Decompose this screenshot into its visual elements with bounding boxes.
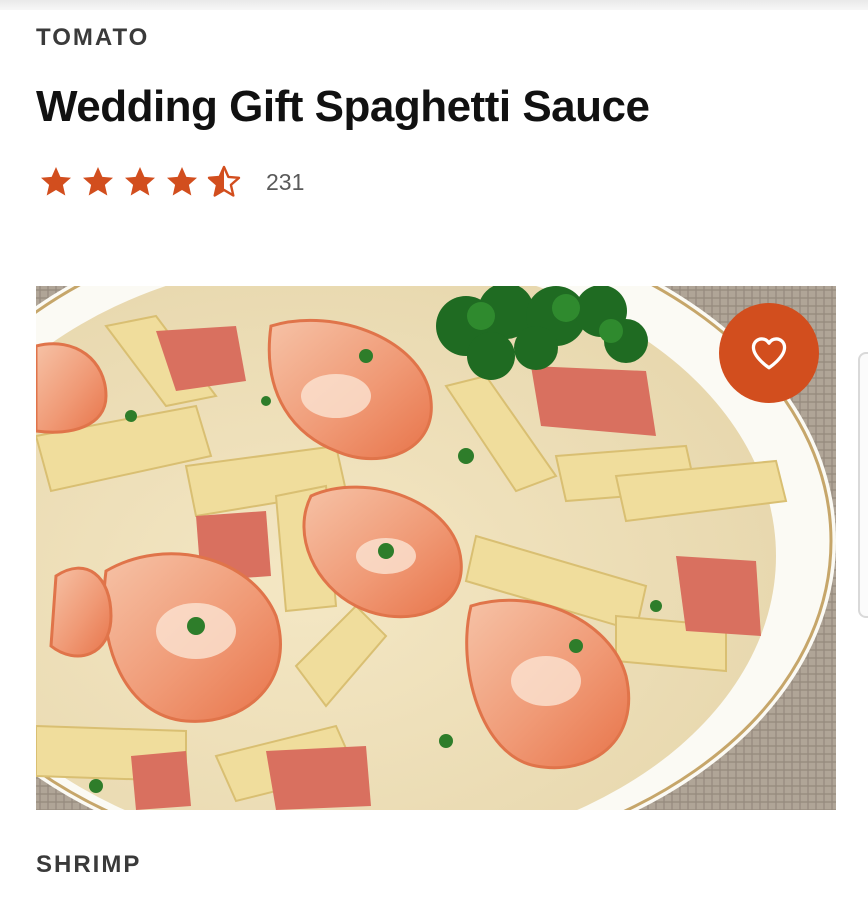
pasta-photo-illustration	[36, 286, 836, 810]
favorite-button[interactable]	[719, 303, 819, 403]
recipe-photo[interactable]	[36, 286, 836, 810]
next-category-tag[interactable]: SHRIMP	[36, 851, 141, 879]
heart-icon	[751, 337, 787, 370]
star-icon	[125, 167, 155, 196]
side-panel-handle[interactable]	[858, 352, 868, 618]
top-bar	[0, 0, 868, 10]
stars	[38, 164, 248, 200]
star-rating[interactable]: 231	[38, 162, 304, 202]
rating-count: 231	[266, 168, 305, 195]
half-star-icon	[207, 165, 241, 197]
star-icon	[41, 167, 71, 196]
recipe-title[interactable]: Wedding Gift Spaghetti Sauce	[36, 82, 650, 132]
category-tag[interactable]: TOMATO	[36, 24, 149, 52]
star-icon	[83, 167, 113, 196]
star-icon	[167, 167, 197, 196]
